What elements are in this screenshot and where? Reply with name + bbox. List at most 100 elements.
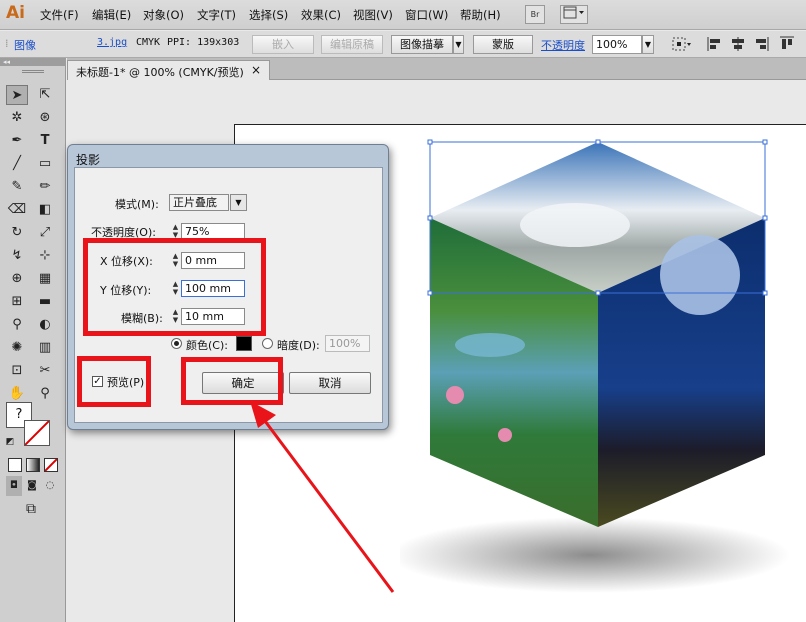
paintbrush-tool-icon[interactable]: ✎ <box>6 177 28 197</box>
blend-tool-icon[interactable]: ◐ <box>34 315 56 335</box>
edit-original-button[interactable]: 编辑原稿 <box>321 35 383 54</box>
shadow-color-swatch[interactable] <box>236 336 252 351</box>
stroke-color-swatch[interactable] <box>24 420 50 446</box>
dialog-title: 投影 <box>76 153 101 167</box>
panel-collapse-icon[interactable]: ◂◂ <box>0 58 66 66</box>
darkness-radio[interactable] <box>262 338 273 349</box>
draw-behind-icon[interactable]: ◙ <box>24 476 40 496</box>
align-top-icon[interactable] <box>778 35 796 56</box>
image-trace-button[interactable]: 图像描摹 <box>391 35 453 54</box>
warp-tool-icon[interactable]: ↯ <box>6 246 28 266</box>
free-transform-tool-icon[interactable]: ⊹ <box>34 246 56 266</box>
perspective-grid-tool-icon[interactable]: ▦ <box>34 269 56 289</box>
opacity-input[interactable]: 100% <box>592 35 642 54</box>
selection-handle[interactable] <box>762 139 768 145</box>
bridge-button[interactable]: Br <box>525 5 545 24</box>
magic-wand-tool-icon[interactable]: ✲ <box>6 108 28 128</box>
none-color-icon <box>24 420 50 446</box>
lotus-flower <box>498 428 512 442</box>
type-tool-icon[interactable]: T <box>34 131 56 151</box>
control-bar: ⁞ 图像 3.jpg CMYK PPI: 139x303 嵌入 编辑原稿 图像描… <box>0 31 806 58</box>
mode-select[interactable]: 正片叠底 <box>169 194 229 211</box>
menu-select[interactable]: 选择(S) <box>249 7 288 23</box>
menu-effect[interactable]: 效果(C) <box>301 7 341 23</box>
mesh-tool-icon[interactable]: ⊞ <box>6 292 28 312</box>
selection-handle[interactable] <box>427 290 433 296</box>
eyedropper-tool-icon[interactable]: ⚲ <box>6 315 28 335</box>
align-right-icon[interactable] <box>754 35 770 56</box>
menu-window[interactable]: 窗口(W) <box>405 7 448 23</box>
menu-file[interactable]: 文件(F) <box>40 7 79 23</box>
hand-tool-icon[interactable]: ✋ <box>6 384 28 404</box>
selection-tool-icon[interactable]: ➤ <box>6 85 28 105</box>
draw-inside-icon[interactable]: ◌ <box>42 476 58 496</box>
ppi-label: PPI: 139x303 <box>167 37 240 48</box>
line-tool-icon[interactable]: ╱ <box>6 154 28 174</box>
chevron-down-icon: ▼ <box>455 40 462 49</box>
pencil-tool-icon[interactable]: ✏ <box>34 177 56 197</box>
none-mode-icon[interactable] <box>44 458 58 472</box>
snow-trees-image <box>520 203 630 247</box>
pen-tool-icon[interactable]: ✒ <box>6 131 28 151</box>
menu-object[interactable]: 对象(O) <box>143 7 184 23</box>
color-mode-icon[interactable] <box>8 458 22 472</box>
shape-builder-tool-icon[interactable]: ⊕ <box>6 269 28 289</box>
lasso-tool-icon[interactable]: ⊛ <box>34 108 56 128</box>
cancel-button[interactable]: 取消 <box>289 372 371 394</box>
color-mode-label: CMYK <box>136 37 161 48</box>
selection-handle[interactable] <box>762 290 768 296</box>
drop-shadow <box>400 517 790 593</box>
default-colors-icon[interactable]: ◩ <box>4 432 16 452</box>
color-radio[interactable] <box>171 338 182 349</box>
screen-mode-icon[interactable]: ⧉ <box>20 499 42 519</box>
panel-grip <box>22 70 44 73</box>
opacity-dropdown[interactable]: ▼ <box>642 35 654 54</box>
offset-highlight-box <box>83 238 266 336</box>
scale-tool-icon[interactable]: ⤢ <box>34 223 56 243</box>
selection-handle[interactable] <box>427 215 433 221</box>
menu-bar: Ai 文件(F) 编辑(E) 对象(O) 文字(T) 选择(S) 效果(C) 视… <box>0 0 806 30</box>
rectangle-tool-icon[interactable]: ▭ <box>34 154 56 174</box>
direct-selection-tool-icon[interactable]: ⇱ <box>34 85 56 105</box>
align-left-icon[interactable] <box>706 35 722 56</box>
selection-handle[interactable] <box>762 215 768 221</box>
preview-highlight-box <box>77 356 151 407</box>
column-graph-tool-icon[interactable]: ▥ <box>34 338 56 358</box>
menu-type[interactable]: 文字(T) <box>197 7 236 23</box>
eraser-tool-icon[interactable]: ◧ <box>34 200 56 220</box>
align-center-icon[interactable] <box>730 35 746 56</box>
chevron-down-icon: ▼ <box>644 40 652 49</box>
reference-point-icon[interactable] <box>670 35 692 56</box>
mode-dropdown[interactable]: ▼ <box>230 194 247 211</box>
rotate-tool-icon[interactable]: ↻ <box>6 223 28 243</box>
draw-normal-icon[interactable]: ◘ <box>6 476 22 496</box>
image-trace-dropdown[interactable]: ▼ <box>453 35 464 54</box>
menu-help[interactable]: 帮助(H) <box>460 7 501 23</box>
gradient-tool-icon[interactable]: ▬ <box>34 292 56 312</box>
menu-edit[interactable]: 编辑(E) <box>92 7 131 23</box>
blob-brush-tool-icon[interactable]: ⌫ <box>6 200 28 220</box>
selection-handle[interactable] <box>595 290 601 296</box>
mask-button[interactable]: 蒙版 <box>473 35 533 54</box>
close-icon[interactable]: × <box>251 63 261 77</box>
linked-file-link[interactable]: 3.jpg <box>97 37 127 48</box>
arrange-documents-button[interactable] <box>560 5 588 24</box>
gradient-mode-icon[interactable] <box>26 458 40 472</box>
color-label: 颜色(C): <box>186 339 228 352</box>
zoom-tool-icon[interactable]: ⚲ <box>34 384 56 404</box>
document-tab-title: 未标题-1* @ 100% (CMYK/预览) <box>76 66 244 79</box>
cube-artwork[interactable] <box>400 130 800 600</box>
opacity-link[interactable]: 不透明度 <box>541 37 585 53</box>
artboard-tool-icon[interactable]: ⊡ <box>6 361 28 381</box>
symbol-sprayer-tool-icon[interactable]: ✺ <box>6 338 28 358</box>
slice-tool-icon[interactable]: ✂ <box>34 361 56 381</box>
moon-image <box>660 235 740 315</box>
menu-view[interactable]: 视图(V) <box>353 7 393 23</box>
document-tab[interactable]: 未标题-1* @ 100% (CMYK/预览) × <box>67 60 270 80</box>
embed-button[interactable]: 嵌入 <box>252 35 314 54</box>
selection-handle[interactable] <box>595 139 601 145</box>
radio-dot-icon <box>174 341 179 346</box>
selection-handle[interactable] <box>427 139 433 145</box>
darkness-field[interactable]: 100% <box>325 335 370 352</box>
darkness-label: 暗度(D): <box>277 339 320 352</box>
